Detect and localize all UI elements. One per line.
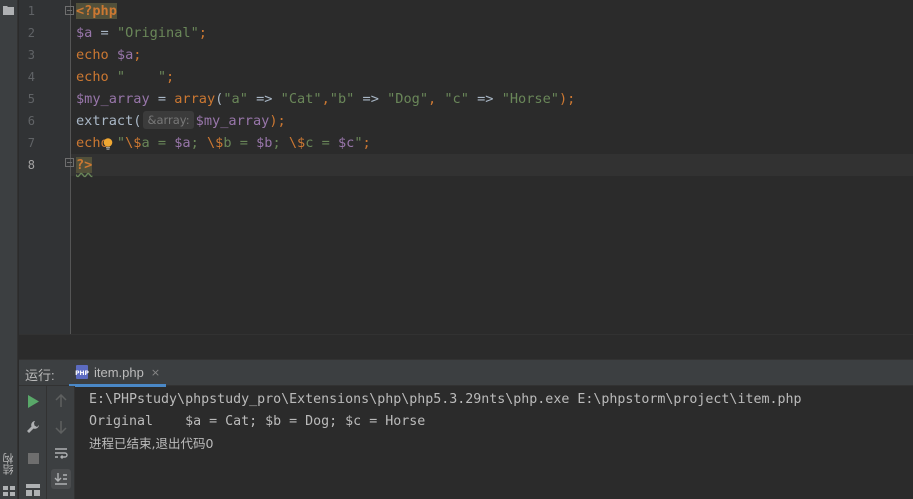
code-token: "a" — [223, 91, 248, 107]
code-token: ; — [166, 69, 175, 85]
code-token: <?php — [76, 3, 117, 19]
code-token: ; — [198, 25, 207, 41]
code-token: extract( — [76, 113, 142, 129]
fold-start-icon[interactable] — [65, 6, 74, 15]
code-token: ?> — [76, 157, 93, 173]
run-toolbar-secondary — [47, 386, 75, 499]
editor-bottom-area — [19, 334, 913, 359]
console-line-command: E:\PHPstudy\phpstudy_pro\Extensions\php\… — [89, 392, 802, 407]
code-line[interactable]: $my_array = array("a" => "Cat","b" => "D… — [76, 88, 575, 110]
code-token: " " — [116, 69, 167, 85]
parameter-hint: &array: — [143, 111, 194, 129]
code-token: "b" — [329, 91, 355, 107]
code-token: ; — [133, 47, 142, 63]
run-panel-title: 运行: — [25, 368, 55, 383]
line-number: 2 — [27, 26, 35, 40]
code-token: " — [354, 135, 363, 151]
code-token: ; — [362, 135, 371, 151]
code-token: => — [468, 91, 502, 107]
line-number: 3 — [27, 48, 35, 62]
code-token: \$ — [206, 135, 224, 151]
code-line[interactable]: <?php — [76, 0, 117, 22]
line-number: 7 — [27, 136, 35, 150]
code-token: $a — [76, 25, 93, 41]
grid-icon[interactable] — [3, 486, 15, 496]
code-token: "Dog" — [387, 91, 428, 107]
console-line-exit: 进程已结束,退出代码0 — [89, 436, 214, 451]
code-token: = — [149, 91, 175, 107]
code-token: , — [321, 91, 330, 107]
php-file-icon: PHP — [75, 365, 89, 379]
code-token: echo — [76, 47, 117, 63]
console-output[interactable]: E:\PHPstudy\phpstudy_pro\Extensions\php\… — [89, 389, 801, 455]
code-token: " — [116, 135, 126, 151]
svg-text:PHP: PHP — [75, 370, 89, 377]
code-token: "Horse" — [501, 91, 559, 107]
code-token: "Original" — [116, 25, 199, 41]
code-token: $my_array — [195, 113, 270, 129]
code-token: => — [354, 91, 388, 107]
code-token: \$ — [288, 135, 306, 151]
code-token: $my_array — [76, 91, 150, 107]
line-number-gutter[interactable]: 1 2 3 4 5 6 7 8 — [19, 0, 74, 334]
run-tool-window: 运行: PHP item.php × E:\PHPstudy\phpstudy_… — [19, 359, 913, 499]
code-token: ); — [269, 113, 286, 129]
run-toolbar-primary — [19, 386, 47, 499]
line-number: 1 — [27, 4, 35, 18]
code-token: $a — [116, 47, 134, 63]
console-line-output: Original $a = Cat; $b = Dog; $c = Horse — [89, 414, 426, 429]
line-number: 5 — [27, 92, 35, 106]
scroll-to-end-icon[interactable] — [51, 469, 71, 489]
code-token: => — [247, 91, 281, 107]
layout-icon[interactable] — [25, 482, 41, 498]
code-token: c = — [305, 135, 338, 151]
code-token: "Cat" — [280, 91, 322, 107]
code-token: a = — [141, 135, 175, 151]
code-token: \$ — [125, 135, 142, 151]
structure-tool-tab[interactable]: 结构 — [1, 448, 17, 480]
up-arrow-icon[interactable] — [53, 393, 69, 409]
code-line[interactable]: $a = "Original"; — [76, 22, 207, 44]
soft-wrap-icon[interactable] — [53, 445, 69, 461]
line-number: 6 — [27, 114, 35, 128]
line-number-current: 8 — [27, 158, 35, 172]
lightbulb-icon[interactable] — [103, 138, 113, 150]
code-line[interactable]: echo $a; — [76, 44, 141, 66]
code-token: b = — [223, 135, 257, 151]
code-token: ; — [272, 135, 289, 151]
code-token: $c — [337, 135, 355, 151]
code-token: ); — [558, 91, 576, 107]
code-editor[interactable]: 1 2 3 4 5 6 7 8 <?php $a = "Original"; ech… — [19, 0, 913, 334]
code-line[interactable]: echo "\$a = $a; \$b = $b; \$c = $c"; — [76, 132, 371, 154]
run-tab-item-php[interactable]: PHP item.php × — [69, 360, 167, 387]
line-number: 4 — [27, 70, 35, 84]
code-token: ; — [190, 135, 207, 151]
code-token: echo — [76, 69, 117, 85]
code-line[interactable]: echo " "; — [76, 66, 174, 88]
fold-end-icon[interactable] — [65, 158, 74, 167]
folder-icon[interactable] — [3, 5, 14, 15]
code-line[interactable]: extract(&array: $my_array); — [76, 110, 286, 132]
wrench-icon[interactable] — [25, 419, 41, 435]
left-tool-strip: 结构 — [0, 0, 18, 499]
down-arrow-icon[interactable] — [53, 419, 69, 435]
code-token: , — [428, 91, 445, 107]
rerun-icon[interactable] — [25, 393, 41, 409]
stop-icon[interactable] — [25, 450, 41, 466]
current-line-highlight — [71, 154, 913, 176]
code-token: $b — [256, 135, 273, 151]
run-tab-label: item.php — [94, 364, 144, 380]
code-token: = — [92, 25, 117, 41]
code-line[interactable]: ?> — [76, 154, 93, 176]
close-icon[interactable]: × — [151, 366, 160, 379]
code-token: "c" — [444, 91, 469, 107]
code-token: array — [174, 91, 216, 107]
run-panel-header: 运行: PHP item.php × — [19, 359, 913, 387]
code-token: $a — [174, 135, 191, 151]
